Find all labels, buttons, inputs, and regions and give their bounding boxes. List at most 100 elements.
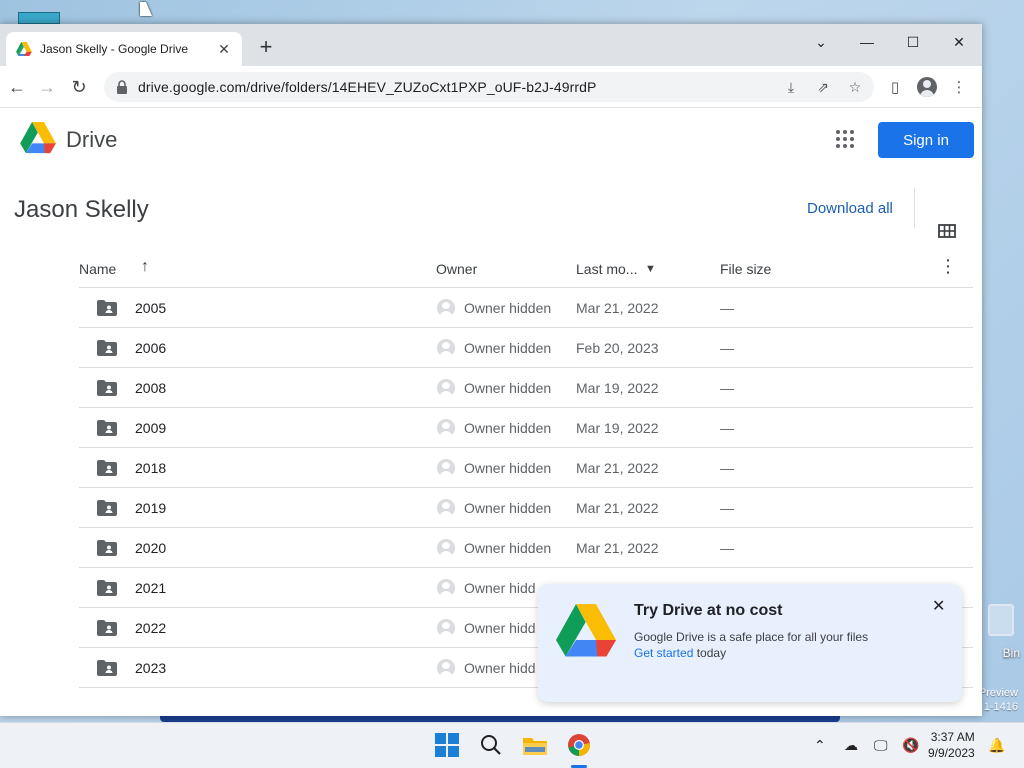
folder-name[interactable]: 2018 <box>135 460 166 476</box>
tab-title: Jason Skelly - Google Drive <box>40 42 189 56</box>
last-modified-text: Mar 21, 2022 <box>576 540 659 556</box>
table-row[interactable]: 2008 Owner hidden Mar 19, 2022 — <box>79 368 973 408</box>
table-row[interactable]: 2009 Owner hidden Mar 19, 2022 — <box>79 408 973 448</box>
promo-title: Try Drive at no cost <box>634 602 783 619</box>
folder-name[interactable]: 2023 <box>135 660 166 676</box>
chrome-icon[interactable] <box>566 732 592 758</box>
promo-cta-line: Get started today <box>634 646 726 660</box>
folder-name[interactable]: 2006 <box>135 340 166 356</box>
promo-close-icon[interactable]: ✕ <box>932 596 945 616</box>
header-name[interactable]: Name <box>79 261 116 277</box>
tray-overflow-icon[interactable]: ⌃ <box>814 737 826 754</box>
tab-close-icon[interactable]: ✕ <box>216 41 232 58</box>
download-all-button[interactable]: Download all <box>807 200 893 217</box>
owner-avatar-icon <box>437 539 455 557</box>
owner-avatar-icon <box>437 299 455 317</box>
install-app-icon[interactable]: ⤓ <box>780 76 802 98</box>
folder-name[interactable]: 2022 <box>135 620 166 636</box>
last-modified-text: Mar 19, 2022 <box>576 420 659 436</box>
url-text: drive.google.com/drive/folders/14EHEV_ZU… <box>138 79 597 95</box>
tab-drive[interactable]: Jason Skelly - Google Drive ✕ <box>6 32 242 66</box>
start-button[interactable] <box>434 732 460 758</box>
drive-promo-logo-icon <box>556 604 616 657</box>
table-row[interactable]: 2019 Owner hidden Mar 21, 2022 — <box>79 488 973 528</box>
close-window-button[interactable]: ✕ <box>936 28 982 56</box>
file-size-text: — <box>720 380 734 396</box>
google-apps-icon[interactable] <box>836 130 854 148</box>
tab-search-icon[interactable]: ⌄ <box>798 28 844 56</box>
last-modified-text: Mar 21, 2022 <box>576 300 659 316</box>
more-options-icon[interactable]: ⋮ <box>939 256 957 277</box>
grid-view-icon[interactable] <box>938 224 956 238</box>
folder-name[interactable]: 2020 <box>135 540 166 556</box>
minimize-button[interactable]: — <box>844 28 890 56</box>
file-explorer-icon[interactable] <box>522 732 548 758</box>
shared-folder-icon <box>97 380 117 396</box>
onedrive-offline-icon[interactable]: ☁ <box>844 737 858 754</box>
sign-in-button[interactable]: Sign in <box>878 122 974 158</box>
volume-muted-icon[interactable]: 🔇 <box>902 737 919 754</box>
file-size-text: — <box>720 340 734 356</box>
header-owner: Owner <box>436 261 478 277</box>
back-icon[interactable]: ← <box>4 74 30 100</box>
table-row[interactable]: 2005 Owner hidden Mar 21, 2022 — <box>79 288 973 328</box>
recycle-bin-icon <box>988 604 1014 636</box>
search-icon[interactable] <box>478 732 504 758</box>
drive-logo-icon[interactable] <box>20 122 56 154</box>
folder-title: Jason Skelly <box>14 196 149 223</box>
folder-name[interactable]: 2019 <box>135 500 166 516</box>
promo-text: Google Drive is a safe place for all you… <box>634 630 869 644</box>
owner-avatar-icon <box>437 579 455 597</box>
shared-folder-icon <box>97 540 117 556</box>
address-bar[interactable]: drive.google.com/drive/folders/14EHEV_ZU… <box>104 72 874 102</box>
owner-text: Owner hidden <box>464 420 552 436</box>
owner-text: Owner hidden <box>464 540 552 556</box>
sort-ascending-icon[interactable]: ↑ <box>141 258 149 276</box>
system-clock[interactable]: 3:37 AM 9/9/2023 <box>928 729 975 761</box>
owner-avatar-icon <box>437 499 455 517</box>
promo-popup: Try Drive at no cost Google Drive is a s… <box>538 584 962 702</box>
file-size-text: — <box>720 540 734 556</box>
folder-name[interactable]: 2005 <box>135 300 166 316</box>
windows-logo-icon <box>435 733 459 757</box>
shared-folder-icon <box>97 660 117 676</box>
table-row[interactable]: 2020 Owner hidden Mar 21, 2022 — <box>79 528 973 568</box>
sort-dropdown-icon[interactable]: ▼ <box>645 263 656 275</box>
forward-icon[interactable]: → <box>34 74 60 100</box>
os-watermark: Preview 1-1416 <box>979 686 1018 714</box>
folder-name[interactable]: 2009 <box>135 420 166 436</box>
profile-icon[interactable] <box>916 76 938 98</box>
owner-text: Owner hidden <box>464 300 552 316</box>
table-row[interactable]: 2006 Owner hidden Feb 20, 2023 — <box>79 328 973 368</box>
folder-name[interactable]: 2008 <box>135 380 166 396</box>
owner-text: Owner hidden <box>464 460 552 476</box>
drive-header: Drive Sign in <box>0 108 982 172</box>
network-icon[interactable]: 🖵 <box>874 737 888 754</box>
side-panel-icon[interactable]: ▯ <box>884 76 906 98</box>
shared-folder-icon <box>97 420 117 436</box>
get-started-link[interactable]: Get started <box>634 646 693 660</box>
maximize-button[interactable]: ☐ <box>890 28 936 56</box>
new-tab-button[interactable]: + <box>254 36 278 60</box>
notification-bell-icon[interactable]: 🔔 <box>988 737 1005 754</box>
table-row[interactable]: 2018 Owner hidden Mar 21, 2022 — <box>79 448 973 488</box>
shared-folder-icon <box>97 460 117 476</box>
shared-folder-icon <box>97 500 117 516</box>
bookmark-star-icon[interactable]: ☆ <box>844 76 866 98</box>
owner-text: Owner hidd <box>464 660 536 676</box>
browser-window: Jason Skelly - Google Drive ✕ + ⌄ — ☐ ✕ … <box>0 24 982 716</box>
drive-brand-name[interactable]: Drive <box>66 127 117 153</box>
owner-avatar-icon <box>437 339 455 357</box>
last-modified-text: Feb 20, 2023 <box>576 340 659 356</box>
folder-name[interactable]: 2021 <box>135 580 166 596</box>
list-header: Name ↑ Owner Last mo... ▼ File size ⋮ <box>79 248 973 288</box>
header-last-modified[interactable]: Last mo... <box>576 261 637 277</box>
shared-folder-icon <box>97 620 117 636</box>
share-icon[interactable]: ⇗ <box>812 76 834 98</box>
desktop-icon[interactable] <box>18 12 60 24</box>
recycle-bin[interactable]: Bin <box>980 600 1020 662</box>
browser-menu-icon[interactable]: ⋮ <box>948 76 970 98</box>
promo-cta-suffix: today <box>693 646 727 660</box>
file-size-text: — <box>720 300 734 316</box>
reload-icon[interactable]: ↻ <box>66 74 92 100</box>
